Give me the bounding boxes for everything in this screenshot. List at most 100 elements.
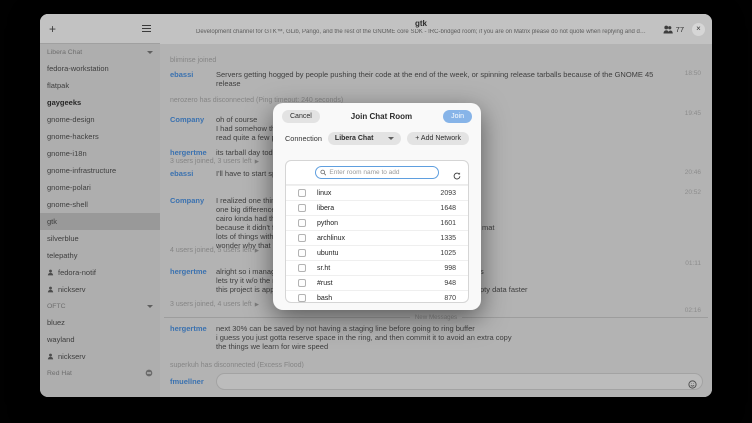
connection-label: Connection: [285, 134, 322, 143]
room-checkbox[interactable]: [298, 204, 306, 212]
status-message: 3 users joined, 4 users left▶: [170, 301, 259, 308]
message-entry[interactable]: [216, 373, 703, 390]
message-author[interactable]: hergertme: [170, 324, 207, 333]
room-search-row: [286, 161, 468, 185]
room-label: gaygeeks: [47, 98, 81, 107]
room-search-entry[interactable]: [315, 166, 439, 179]
message-author[interactable]: ebassi: [170, 169, 193, 178]
room-checkbox[interactable]: [298, 219, 306, 227]
room-row[interactable]: linux 2093: [286, 185, 468, 200]
cancel-button[interactable]: Cancel: [282, 110, 320, 123]
person-icon: [47, 353, 54, 360]
sidebar-item-nickserv-2[interactable]: nickserv: [40, 348, 160, 365]
status-message: 3 users joined, 3 users left▶: [170, 158, 259, 165]
hamburger-menu-icon[interactable]: [142, 25, 151, 33]
message-author[interactable]: ebassi: [170, 70, 193, 79]
sidebar-section-red-hat[interactable]: Red Hat: [40, 365, 160, 381]
connection-dropdown[interactable]: Libera Chat: [328, 132, 401, 145]
message-line: Servers getting hogged by people pushing…: [216, 70, 666, 88]
sidebar-item-gnome-design[interactable]: gnome-design: [40, 111, 160, 128]
room-user-count: 2093: [440, 190, 456, 197]
room-row[interactable]: bash 870: [286, 290, 468, 303]
member-count: 77: [676, 25, 684, 34]
room-checkbox[interactable]: [298, 189, 306, 197]
sidebar-item-wayland[interactable]: wayland: [40, 331, 160, 348]
message-author[interactable]: Company: [170, 196, 204, 205]
dialog-header: Cancel Join Chat Room Join: [273, 103, 481, 123]
message-author[interactable]: hergertme: [170, 267, 207, 276]
join-chat-room-dialog: Cancel Join Chat Room Join Connection Li…: [273, 103, 481, 310]
sidebar-item-gnome-shell[interactable]: gnome-shell: [40, 196, 160, 213]
expander-icon[interactable]: ▶: [255, 159, 259, 165]
expander-icon[interactable]: ▶: [255, 248, 259, 254]
sidebar-header: +: [40, 14, 160, 44]
sidebar-item-nickserv[interactable]: nickserv: [40, 281, 160, 298]
sidebar-item-gnome-polari[interactable]: gnome-polari: [40, 179, 160, 196]
room-name: linux: [317, 190, 440, 197]
room-topic: Development channel for GTK™, GLib, Pang…: [196, 29, 646, 35]
sidebar-item-bluez[interactable]: bluez: [40, 314, 160, 331]
timestamp: 20:52: [685, 189, 701, 196]
people-icon: [663, 25, 673, 34]
sidebar-item-gaygeeks[interactable]: gaygeeks: [40, 94, 160, 111]
sidebar-item-silverblue[interactable]: silverblue: [40, 230, 160, 247]
new-messages-divider: New Messages: [164, 314, 708, 321]
room-label: wayland: [47, 335, 75, 344]
room-checkbox[interactable]: [298, 264, 306, 272]
message-input[interactable]: [223, 375, 682, 388]
room-name: libera: [317, 205, 440, 212]
room-user-count: 998: [444, 265, 456, 272]
room-row[interactable]: ubuntu 1025: [286, 245, 468, 260]
message-line: i guess you just gotta reserve space in …: [216, 333, 666, 342]
room-label: gnome-shell: [47, 200, 88, 209]
room-checkbox[interactable]: [298, 234, 306, 242]
room-label: silverblue: [47, 234, 79, 243]
room-row[interactable]: archlinux 1335: [286, 230, 468, 245]
status-message: bliminse joined: [170, 57, 216, 64]
refresh-icon: [453, 172, 461, 180]
message-author[interactable]: hergertme: [170, 148, 207, 157]
room-row[interactable]: sr.ht 998: [286, 260, 468, 275]
sidebar-item-gnome-hackers[interactable]: gnome-hackers: [40, 128, 160, 145]
room-label: gtk: [47, 217, 57, 226]
add-room-button[interactable]: +: [49, 23, 56, 35]
sidebar-section-libera-chat[interactable]: Libera Chat: [40, 44, 160, 60]
message-line: next 30% can be saved by not having a st…: [216, 324, 666, 333]
message-author[interactable]: Company: [170, 115, 204, 124]
connection-value: Libera Chat: [335, 135, 374, 142]
room-label: nickserv: [58, 352, 86, 361]
chevron-down-icon: [147, 51, 153, 54]
chevron-down-icon: [388, 137, 394, 140]
sidebar-item-telepathy[interactable]: telepathy: [40, 247, 160, 264]
room-checkbox[interactable]: [298, 249, 306, 257]
room-row[interactable]: #rust 948: [286, 275, 468, 290]
room-row[interactable]: python 1601: [286, 215, 468, 230]
room-user-count: 1025: [440, 250, 456, 257]
sidebar-item-gnome-infrastructure[interactable]: gnome-infrastructure: [40, 162, 160, 179]
sidebar-item-flatpak[interactable]: flatpak: [40, 77, 160, 94]
refresh-button[interactable]: [453, 168, 461, 183]
room-name: python: [317, 220, 440, 227]
join-button[interactable]: Join: [443, 110, 472, 123]
room-search-input[interactable]: [329, 169, 434, 176]
room-user-count: 1335: [440, 235, 456, 242]
sidebar-item-fedora-notif[interactable]: fedora-notif: [40, 264, 160, 281]
room-row[interactable]: libera 1648: [286, 200, 468, 215]
message-line: the things we learn for wire speed: [216, 342, 666, 351]
expander-icon[interactable]: ▶: [255, 302, 259, 308]
section-label: Libera Chat: [47, 49, 82, 56]
room-label: fedora-workstation: [47, 64, 109, 73]
sidebar-item-fedora-workstation[interactable]: fedora-workstation: [40, 60, 160, 77]
room-name: ubuntu: [317, 250, 440, 257]
room-checkbox[interactable]: [298, 294, 306, 302]
sidebar-item-gtk[interactable]: gtk: [40, 213, 160, 230]
sidebar-room-list: Libera Chat fedora-workstation flatpak g…: [40, 44, 160, 381]
member-list-button[interactable]: 77: [663, 25, 684, 34]
close-button[interactable]: ×: [692, 23, 705, 36]
sidebar-item-gnome-i18n[interactable]: gnome-i18n: [40, 145, 160, 162]
add-network-button[interactable]: + Add Network: [407, 132, 469, 145]
room-user-count: 870: [444, 295, 456, 302]
sidebar-section-oftc[interactable]: OFTC: [40, 298, 160, 314]
emoji-button[interactable]: [688, 377, 697, 386]
room-checkbox[interactable]: [298, 279, 306, 287]
